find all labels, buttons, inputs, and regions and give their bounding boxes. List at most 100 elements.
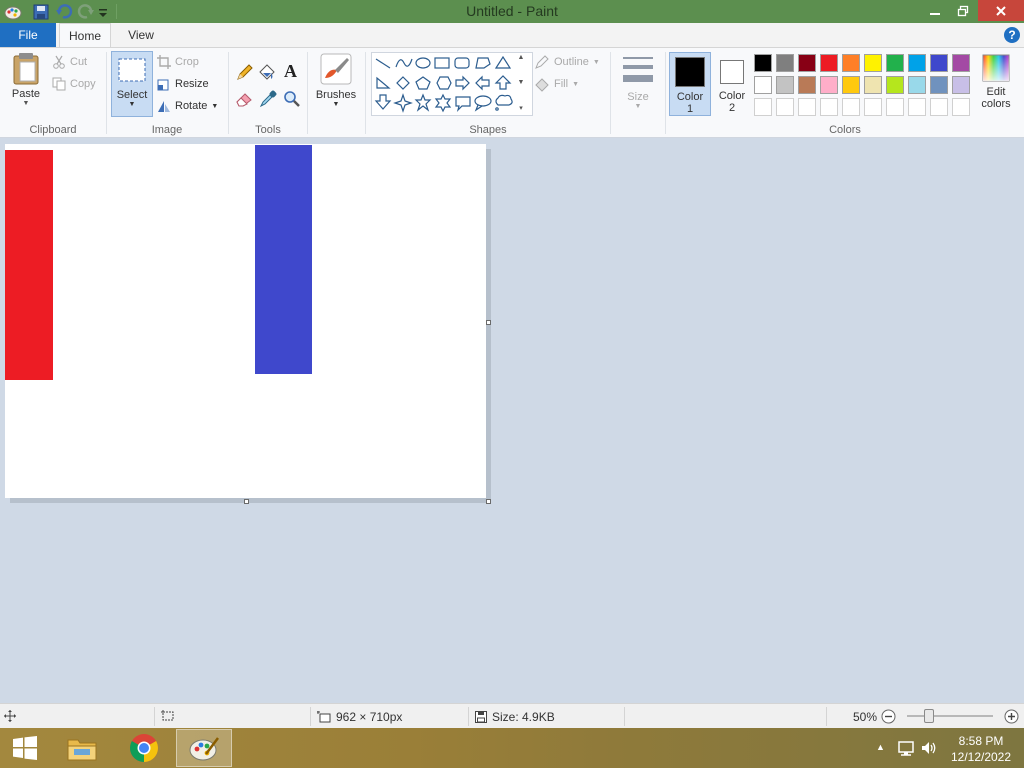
taskbar-paint[interactable] [176,729,232,767]
palette-color-swatch[interactable] [776,76,794,94]
size-button[interactable]: Size ▼ [617,54,659,116]
paste-label: Paste [11,88,41,100]
palette-custom-slot[interactable] [864,98,882,116]
palette-color-swatch[interactable] [820,76,838,94]
ribbon-tab-row: File Home View ? [0,23,1024,48]
palette-color-swatch[interactable] [754,54,772,72]
palette-color-swatch[interactable] [952,54,970,72]
title-bar: Untitled - Paint [0,0,1024,23]
ribbon: Paste ▼ Cut Copy Clipboard Select ▼ Crop… [0,47,1024,138]
text-tool-icon[interactable]: A [284,61,297,82]
palette-color-swatch[interactable] [798,76,816,94]
palette-color-swatch[interactable] [952,76,970,94]
palette-custom-slot[interactable] [886,98,904,116]
triangle-shape-icon [494,55,512,69]
minimize-button[interactable] [920,0,950,21]
restore-button[interactable] [948,0,978,21]
brushes-button[interactable]: Brushes ▼ [312,52,360,118]
palette-color-swatch[interactable] [754,76,772,94]
system-clock[interactable]: 8:58 PM 12/12/2022 [946,733,1016,765]
volume-icon[interactable] [920,739,938,757]
palette-color-swatch[interactable] [886,76,904,94]
rotate-dropdown-icon: ▼ [211,102,219,110]
crop-button[interactable]: Crop [157,53,199,71]
color-picker-icon[interactable] [259,90,277,108]
copy-button[interactable]: Copy [52,75,96,93]
network-icon[interactable] [897,739,915,757]
canvas-resize-handle-bottom[interactable] [244,499,249,504]
cut-button[interactable]: Cut [52,53,87,71]
fill-bucket-icon[interactable] [258,63,276,81]
canvas-workspace[interactable] [0,139,1024,703]
image-dimensions: 962 × 710px [317,710,402,724]
palette-color-swatch[interactable] [842,54,860,72]
color2-label: Color [718,90,746,102]
edit-colors-button[interactable]: Edit colors [976,54,1016,118]
help-icon[interactable]: ? [1004,27,1020,43]
paste-button[interactable]: Paste ▼ [6,52,46,116]
palette-custom-slot[interactable] [798,98,816,116]
tab-view[interactable]: View [114,23,168,47]
start-button[interactable] [0,729,50,767]
color1-button[interactable]: Color 1 [669,52,711,116]
select-button[interactable]: Select ▼ [111,51,153,117]
outline-button[interactable]: Outline ▼ [534,53,600,71]
palette-color-swatch[interactable] [864,76,882,94]
right-triangle-shape-icon [376,76,391,89]
cursor-position-icon [4,710,16,722]
palette-custom-slot[interactable] [842,98,860,116]
palette-custom-slot[interactable] [754,98,772,116]
zoom-slider-thumb[interactable] [924,709,934,723]
drawing-canvas[interactable] [5,144,486,498]
palette-color-swatch[interactable] [908,54,926,72]
edit-colors-label-line2: colors [981,98,1011,110]
file-size-text: Size: 4.9KB [492,710,555,724]
palette-color-swatch[interactable] [842,76,860,94]
palette-color-swatch[interactable] [930,76,948,94]
show-hidden-icons-icon[interactable]: ▲ [876,742,885,752]
tab-home[interactable]: Home [59,23,111,48]
close-button[interactable] [978,0,1024,21]
palette-color-swatch[interactable] [820,54,838,72]
pencil-icon[interactable] [235,64,253,82]
zoom-slider[interactable] [907,709,993,723]
palette-custom-slot[interactable] [776,98,794,116]
palette-color-swatch[interactable] [776,54,794,72]
tab-file[interactable]: File [0,23,56,47]
palette-color-swatch[interactable] [908,76,926,94]
canvas-resize-handle-corner[interactable] [486,499,491,504]
brushes-dropdown-icon[interactable]: ▼ [312,101,360,109]
paste-dropdown-icon[interactable]: ▼ [6,100,46,108]
taskbar-chrome[interactable] [116,729,172,767]
palette-color-swatch[interactable] [864,54,882,72]
rounded-rectangle-shape-icon [454,57,470,69]
magnifier-icon[interactable] [283,90,301,108]
canvas-resize-handle-right[interactable] [486,320,491,325]
select-dropdown-icon[interactable]: ▼ [112,101,152,109]
palette-color-swatch[interactable] [798,54,816,72]
line-shape-icon [375,58,391,69]
palette-custom-slot[interactable] [908,98,926,116]
rotate-button[interactable]: Rotate ▼ [157,97,218,115]
palette-custom-slot[interactable] [930,98,948,116]
scroll-up-icon[interactable]: ▲ [518,54,525,61]
image-group-label: Image [151,124,183,136]
taskbar-file-explorer[interactable] [54,729,110,767]
palette-custom-slot[interactable] [820,98,838,116]
fill-button[interactable]: Fill ▼ [534,75,579,93]
shapes-gallery-scroll[interactable]: ▲ ▼ ▾ [514,54,528,112]
resize-button[interactable]: Resize [157,75,209,93]
eraser-icon[interactable] [235,90,253,108]
colors-group: Color 1 Color 2 Edit colors Colors [666,48,1024,138]
color2-button[interactable]: Color 2 [713,52,751,116]
palette-color-swatch[interactable] [886,54,904,72]
dimensions-text: 962 × 710px [336,710,403,724]
zoom-out-button[interactable] [881,709,896,724]
oval-shape-icon [415,57,431,69]
zoom-in-button[interactable] [1004,709,1019,724]
palette-custom-slot[interactable] [952,98,970,116]
scroll-down-icon[interactable]: ▼ [518,79,525,86]
gallery-expand-icon[interactable]: ▾ [519,104,523,112]
palette-color-swatch[interactable] [930,54,948,72]
rotate-icon [157,99,171,113]
